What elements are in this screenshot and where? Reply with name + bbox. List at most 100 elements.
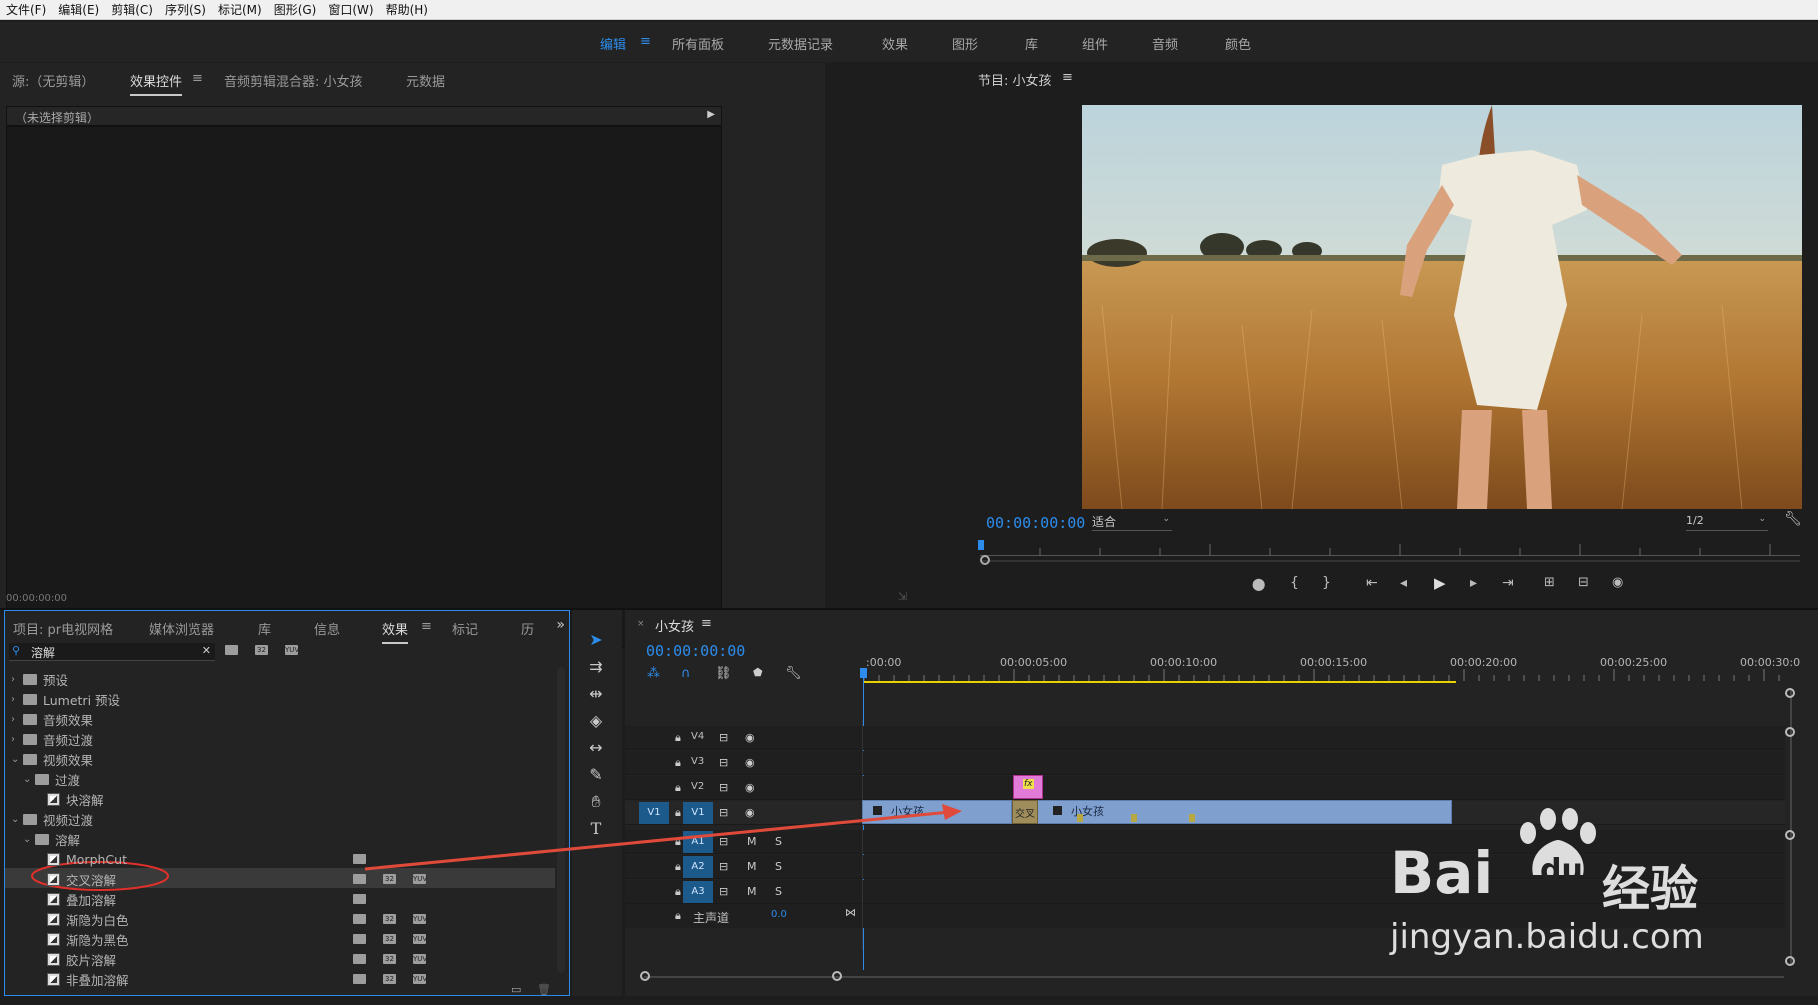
expand-arrow-icon[interactable]: ▶: [707, 109, 715, 120]
slip-tool-icon[interactable]: ↔: [586, 738, 606, 758]
lock-icon[interactable]: 🔒︎: [675, 835, 681, 849]
extract-icon[interactable]: ⊟: [1578, 575, 1589, 590]
step-forward-icon[interactable]: ▸: [1470, 575, 1477, 591]
workspace-tab[interactable]: 颜色: [1225, 34, 1251, 53]
effects-tree-item[interactable]: 叠加溶解: [11, 889, 556, 909]
project-panel-tab[interactable]: 库: [258, 619, 271, 638]
sync-lock-icon[interactable]: ⊟: [719, 860, 728, 873]
32bit-effects-filter-icon[interactable]: 32: [255, 645, 268, 655]
effects-tree-item[interactable]: MorphCut: [11, 849, 556, 869]
program-zoom-scrollbar[interactable]: [980, 560, 1800, 562]
menu-item[interactable]: 编辑(E): [52, 1, 105, 18]
lock-icon[interactable]: 🔒︎: [675, 806, 681, 820]
workspace-tab[interactable]: 所有面板: [672, 34, 724, 53]
workspace-tab[interactable]: 音频: [1152, 34, 1178, 53]
sync-lock-icon[interactable]: ⊟: [719, 806, 728, 819]
effects-tree-item[interactable]: 非叠加溶解 32 YUV: [11, 969, 556, 989]
effects-search-input[interactable]: ⚲ 溶解 ✕: [9, 643, 215, 661]
effects-tree-item[interactable]: ⌄ 视频效果: [11, 749, 556, 769]
program-time-ruler[interactable]: [980, 542, 1800, 556]
adjustment-fx-clip[interactable]: fx: [1013, 775, 1043, 799]
lift-icon[interactable]: ⊞: [1544, 575, 1555, 590]
snap-magnet-icon[interactable]: ∩: [681, 666, 691, 681]
workspace-tab[interactable]: 元数据记录: [768, 34, 833, 53]
effects-tree-item[interactable]: ⌄ 溶解: [11, 829, 556, 849]
effects-tree-item[interactable]: 交叉溶解 32 YUV: [11, 869, 556, 889]
source-panel-tab[interactable]: 音频剪辑混合器: 小女孩: [224, 71, 363, 90]
lock-icon[interactable]: 🔒︎: [675, 781, 681, 795]
track-name[interactable]: V2: [691, 781, 704, 792]
lock-icon[interactable]: 🔒︎: [675, 731, 681, 745]
source-panel-tab[interactable]: 效果控件: [130, 71, 183, 96]
mark-in-icon[interactable]: {: [1290, 575, 1299, 591]
effects-tree-item[interactable]: › 音频效果: [11, 709, 556, 729]
track-name[interactable]: A2: [683, 856, 713, 878]
sync-lock-icon[interactable]: ⊟: [719, 731, 728, 744]
export-frame-camera-icon[interactable]: ◉: [1612, 575, 1623, 590]
linked-selection-icon[interactable]: ⛓︎: [715, 666, 732, 681]
effects-tree-item[interactable]: ⌄ 过渡: [11, 769, 556, 789]
close-sequence-icon[interactable]: ×: [637, 619, 645, 629]
effects-tree-item[interactable]: › 预设: [11, 669, 556, 689]
effects-tree-item[interactable]: ⌄ 视频过渡: [11, 809, 556, 829]
resolution-dropdown[interactable]: 1/2 ⌄: [1686, 513, 1768, 531]
export-frame-icon[interactable]: ⇲: [898, 590, 907, 603]
solo-button[interactable]: S: [775, 860, 782, 873]
menu-item[interactable]: 窗口(W): [322, 1, 379, 18]
menu-item[interactable]: 帮助(H): [380, 1, 434, 18]
mute-button[interactable]: M: [747, 835, 757, 848]
menu-item[interactable]: 剪辑(C): [105, 1, 159, 18]
eye-icon[interactable]: ◉: [745, 756, 755, 769]
source-patch-toggle[interactable]: V1: [639, 802, 669, 824]
track-name[interactable]: A3: [683, 881, 713, 903]
timeline-timecode[interactable]: 00:00:00:00: [646, 642, 745, 660]
work-area-bar[interactable]: [864, 681, 1456, 683]
workspace-tab[interactable]: 图形: [952, 34, 978, 53]
effects-tree-item[interactable]: 渐隐为白色 32 YUV: [11, 909, 556, 929]
effects-tree-item[interactable]: 块溶解: [11, 789, 556, 809]
add-marker-timeline-icon[interactable]: ⬟: [753, 666, 763, 679]
mark-out-icon[interactable]: }: [1322, 575, 1331, 591]
source-panel-tab[interactable]: 源:（无剪辑）: [12, 71, 94, 90]
sync-lock-icon[interactable]: ⊟: [719, 835, 728, 848]
razor-tool-icon[interactable]: ◈: [586, 711, 606, 731]
timeline-settings-wrench-icon[interactable]: 🔧︎: [785, 666, 802, 681]
video-track[interactable]: 🔒︎ V2 ⊟ ◉: [625, 776, 1785, 800]
go-to-in-icon[interactable]: ⇤: [1366, 575, 1378, 591]
step-back-icon[interactable]: ◂: [1400, 575, 1407, 591]
panel-menu-icon[interactable]: ≡: [192, 71, 203, 86]
selection-tool-icon[interactable]: ➤: [586, 630, 606, 650]
track-name[interactable]: V1: [683, 802, 713, 824]
program-playhead-icon[interactable]: [978, 540, 984, 550]
workspace-tab[interactable]: 库: [1025, 34, 1038, 53]
video-clip-1[interactable]: 小女孩: [862, 800, 1012, 824]
track-name[interactable]: V3: [691, 756, 704, 767]
menu-item[interactable]: 文件(F): [0, 1, 52, 18]
expand-arrow-icon[interactable]: ›: [11, 694, 23, 705]
master-volume[interactable]: 0.0: [771, 909, 787, 920]
type-tool-icon[interactable]: T: [586, 819, 606, 839]
effects-tree-item[interactable]: › Lumetri 预设: [11, 689, 556, 709]
sync-lock-icon[interactable]: ⊟: [719, 885, 728, 898]
expand-arrow-icon[interactable]: ⌄: [23, 774, 35, 785]
eye-icon[interactable]: ◉: [745, 731, 755, 744]
fit-dropdown[interactable]: 适合 ⌄: [1092, 513, 1172, 531]
menu-item[interactable]: 标记(M): [212, 1, 268, 18]
mute-button[interactable]: M: [747, 885, 757, 898]
lock-icon[interactable]: 🔒︎: [675, 909, 681, 923]
panel-menu-icon[interactable]: ≡: [421, 619, 432, 634]
clear-search-icon[interactable]: ✕: [202, 644, 211, 657]
sequence-menu-icon[interactable]: ≡: [701, 616, 712, 631]
video-track[interactable]: 🔒︎ V3 ⊟ ◉: [625, 751, 1785, 775]
workspace-tab[interactable]: 效果: [882, 34, 908, 53]
project-panel-tab[interactable]: 项目: pr电视网格: [13, 619, 113, 638]
cross-dissolve-transition[interactable]: 交叉: [1012, 800, 1038, 824]
video-track[interactable]: 🔒︎ V4 ⊟ ◉: [625, 726, 1785, 750]
program-menu-icon[interactable]: ≡: [1062, 70, 1073, 85]
add-marker-icon[interactable]: ⬤: [1252, 577, 1265, 591]
expand-arrow-icon[interactable]: ⌄: [11, 754, 23, 765]
accelerated-effects-filter-icon[interactable]: [225, 645, 238, 655]
scroll-handle-icon[interactable]: [980, 555, 990, 565]
solo-button[interactable]: S: [775, 835, 782, 848]
eye-icon[interactable]: ◉: [745, 806, 755, 819]
